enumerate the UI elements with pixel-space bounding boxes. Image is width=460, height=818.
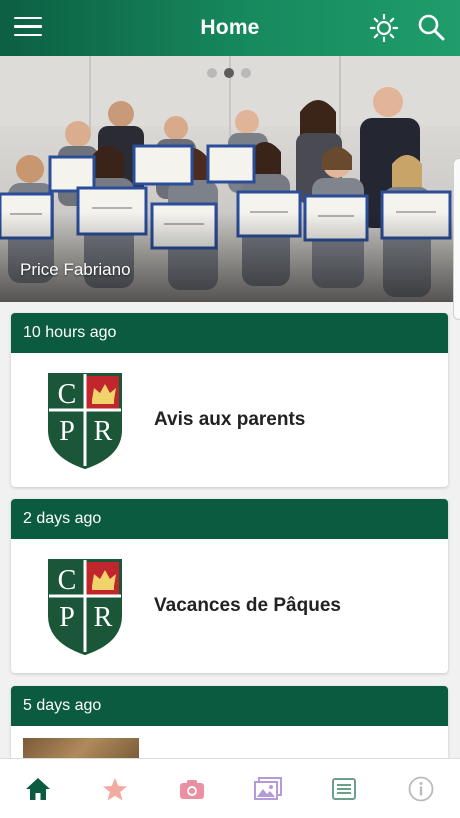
nav-info[interactable] xyxy=(401,773,441,805)
bottom-navigation xyxy=(0,758,460,818)
theme-toggle-button[interactable] xyxy=(369,13,399,43)
nav-favorites[interactable] xyxy=(95,773,135,805)
nav-home[interactable] xyxy=(18,773,58,805)
news-card[interactable]: 2 days ago C P R Vacances de Pâques xyxy=(11,499,448,673)
school-crest-logo: C P R xyxy=(48,559,122,656)
card-timestamp: 10 hours ago xyxy=(11,313,448,353)
home-icon xyxy=(26,778,50,800)
page-title: Home xyxy=(200,16,260,39)
card-timestamp: 5 days ago xyxy=(11,686,448,726)
menu-button[interactable] xyxy=(14,17,42,39)
nav-gallery[interactable] xyxy=(248,773,288,805)
svg-text:R: R xyxy=(94,416,113,447)
featured-carousel[interactable]: Price Fabriano xyxy=(0,56,460,302)
carousel-dot[interactable] xyxy=(207,68,217,78)
carousel-indicators xyxy=(207,68,251,78)
camera-icon xyxy=(180,780,204,799)
app-header: Home xyxy=(0,0,460,56)
school-crest-logo: C P R xyxy=(48,373,122,470)
svg-text:C: C xyxy=(58,379,77,410)
info-icon xyxy=(408,776,434,802)
svg-text:P: P xyxy=(59,602,75,633)
images-icon xyxy=(254,777,282,800)
carousel-dot[interactable] xyxy=(224,68,234,78)
svg-text:P: P xyxy=(59,416,75,447)
search-icon xyxy=(418,14,445,41)
sun-icon xyxy=(369,13,399,43)
nav-camera[interactable] xyxy=(172,773,212,805)
svg-text:R: R xyxy=(94,602,113,633)
carousel-dot[interactable] xyxy=(241,68,251,78)
list-icon xyxy=(332,778,356,800)
card-timestamp: 2 days ago xyxy=(11,499,448,539)
card-title: Avis aux parents xyxy=(154,409,306,430)
card-title: Vacances de Pâques xyxy=(154,595,341,616)
news-card[interactable]: 5 days ago xyxy=(11,686,448,766)
nav-list[interactable] xyxy=(324,773,364,805)
hamburger-icon xyxy=(14,17,42,20)
news-card[interactable]: 10 hours ago C P R Avis aux parents xyxy=(11,313,448,487)
search-button[interactable] xyxy=(416,12,446,42)
star-icon xyxy=(103,777,127,800)
scroll-handle[interactable] xyxy=(453,158,460,320)
carousel-caption: Price Fabriano xyxy=(20,260,131,279)
svg-text:C: C xyxy=(58,565,77,596)
